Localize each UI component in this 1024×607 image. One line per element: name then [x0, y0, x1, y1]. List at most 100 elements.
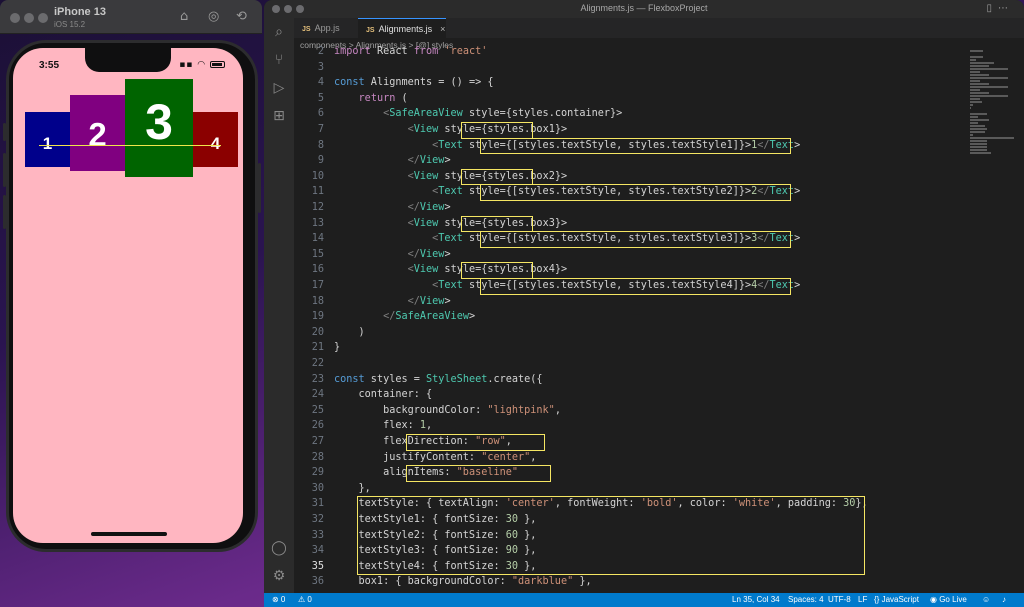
problems-errors[interactable]: ⊗ 0 — [272, 593, 285, 607]
minimap[interactable] — [964, 44, 1024, 592]
code-line[interactable]: 30 }, — [294, 481, 964, 497]
code-line[interactable]: 13 <View style={styles.box3}> — [294, 216, 964, 232]
minimap-line — [970, 143, 987, 145]
close-tab-icon[interactable]: × — [440, 24, 445, 34]
code-line[interactable]: 19 </SafeAreaView> — [294, 309, 964, 325]
line-text: </View> — [407, 155, 451, 167]
home-indicator[interactable] — [91, 532, 167, 536]
screenshot-icon[interactable]: ◎ — [208, 10, 219, 24]
line-text: }, — [334, 482, 371, 494]
minimap-line — [970, 59, 976, 61]
line-number: 7 — [317, 124, 324, 135]
line-ending[interactable]: LF — [858, 593, 867, 607]
minimap-line — [970, 101, 982, 103]
code-line[interactable]: 26 flex: 1, — [294, 418, 964, 434]
minimap-line — [970, 92, 989, 94]
code-editor[interactable]: 2 import React from 'react' 3 4 const Alignm… — [294, 44, 964, 592]
line-text: justifyContent: "center", — [334, 451, 537, 463]
line-text: ) — [334, 326, 365, 338]
line-number: 34 — [311, 545, 324, 557]
code-line[interactable]: 22 — [294, 356, 964, 372]
minimap-line — [970, 122, 978, 124]
cursor-position[interactable]: Ln 35, Col 34 — [732, 593, 780, 607]
code-line[interactable]: 21} — [294, 340, 964, 356]
line-number: 14 — [311, 233, 324, 245]
home-icon[interactable]: ⌂ — [180, 10, 188, 24]
vscode-window: Alignments.js — FlexboxProject ▯⋯ ⌕ ⑂ ▷ … — [264, 0, 1024, 607]
code-line[interactable]: 12 </View> — [294, 200, 964, 216]
code-line[interactable]: 7 <View style={styles.box1}> — [294, 122, 964, 138]
language-mode[interactable]: {} JavaScript — [874, 593, 919, 607]
box-2-label: 2 — [88, 116, 107, 153]
window-title: Alignments.js — FlexboxProject — [580, 3, 708, 13]
line-number: 2 — [317, 46, 324, 57]
feedback-icon[interactable]: ☺ — [982, 593, 990, 607]
code-line[interactable]: 23 const styles = StyleSheet.create({ — [294, 372, 964, 388]
go-live-label: Go Live — [939, 595, 967, 604]
editor-titlebar: Alignments.js — FlexboxProject ▯⋯ — [264, 0, 1024, 18]
minimap-line — [970, 149, 987, 151]
extensions-icon[interactable]: ⊞ — [264, 108, 294, 124]
code-line[interactable]: 3 — [294, 60, 964, 76]
app-screen: 3:55 ▪▪ ◠ 1 2 3 4 — [13, 48, 243, 543]
simulator-titlebar: iPhone 13 iOS 15.2 ⌂ ◎ ⟲ — [0, 0, 262, 34]
line-number: 3 — [317, 61, 324, 73]
code-line[interactable]: 24 container: { — [294, 387, 964, 403]
layout-icons[interactable]: ▯⋯ — [986, 3, 1014, 14]
source-control-icon[interactable]: ⑂ — [264, 52, 294, 68]
code-line[interactable]: 16 <View style={styles.box4}> — [294, 262, 964, 278]
line-text: return ( — [358, 92, 408, 104]
box-4: 4 — [193, 112, 238, 167]
code-line[interactable]: 27 flexDirection: "row", — [294, 434, 964, 450]
more-actions-icon[interactable]: ⋯ — [998, 3, 1014, 14]
close-window-button[interactable] — [10, 13, 20, 23]
line-text: box1: { backgroundColor: "darkblue" }, — [334, 576, 592, 588]
tab-app-js[interactable]: JS App.js — [294, 18, 358, 38]
code-line[interactable]: 20 ) — [294, 325, 964, 341]
minimap-line — [970, 152, 991, 154]
line-text: import React from 'react' — [334, 46, 488, 57]
line-number: 27 — [311, 436, 324, 447]
settings-gear-icon[interactable]: ⚙ — [264, 568, 294, 584]
code-line[interactable]: 29 alignItems: "baseline" — [294, 465, 964, 481]
code-line[interactable]: 10 <View style={styles.box2}> — [294, 169, 964, 185]
box-1: 1 — [25, 112, 70, 167]
minimap-line — [970, 68, 1008, 70]
problems-warnings[interactable]: ⚠ 0 — [298, 593, 312, 607]
go-live-button[interactable]: ◉ Go Live — [930, 593, 967, 607]
zoom-window-button[interactable] — [38, 13, 48, 23]
line-number: 26 — [311, 420, 324, 432]
split-editor-icon[interactable]: ▯ — [986, 3, 998, 14]
code-line[interactable]: 28 justifyContent: "center", — [294, 450, 964, 466]
encoding[interactable]: UTF-8 — [828, 593, 851, 607]
search-icon[interactable]: ⌕ — [264, 24, 294, 40]
broadcast-icon: ◉ — [930, 595, 940, 604]
account-icon[interactable]: ◯ — [264, 540, 294, 556]
minimap-line — [970, 134, 973, 136]
minimap-line — [970, 86, 1008, 88]
tab-alignments-js[interactable]: JS Alignments.js × — [358, 18, 446, 38]
minimize-window-button[interactable] — [24, 13, 34, 23]
wifi-icon: ◠ — [197, 60, 207, 70]
code-line[interactable]: 25 backgroundColor: "lightpink", — [294, 403, 964, 419]
indentation[interactable]: Spaces: 4 — [788, 593, 824, 607]
code-line[interactable]: 2 import React from 'react' — [294, 44, 964, 60]
rotate-icon[interactable]: ⟲ — [236, 10, 247, 24]
run-debug-icon[interactable]: ▷ — [264, 80, 294, 96]
code-line[interactable]: 5 return ( — [294, 91, 964, 107]
line-number: 22 — [311, 358, 324, 369]
code-line[interactable]: 4 const Alignments = () => { — [294, 75, 964, 91]
code-line[interactable]: 9 </View> — [294, 153, 964, 169]
device-name: iPhone 13 — [54, 6, 106, 18]
js-file-icon: JS — [302, 26, 311, 33]
code-line[interactable]: 18 </View> — [294, 294, 964, 310]
box-3-label: 3 — [145, 94, 173, 150]
code-line[interactable]: 6 <SafeAreaView style={styles.container}… — [294, 106, 964, 122]
baseline-indicator — [39, 145, 221, 146]
minimap-line — [970, 131, 985, 133]
notifications-bell-icon[interactable]: ♪ — [1002, 593, 1006, 607]
code-line[interactable]: 15 </View> — [294, 247, 964, 263]
minimap-line — [970, 89, 980, 91]
highlight-box — [479, 231, 792, 248]
code-line[interactable]: 36 box1: { backgroundColor: "darkblue" }… — [294, 574, 964, 590]
